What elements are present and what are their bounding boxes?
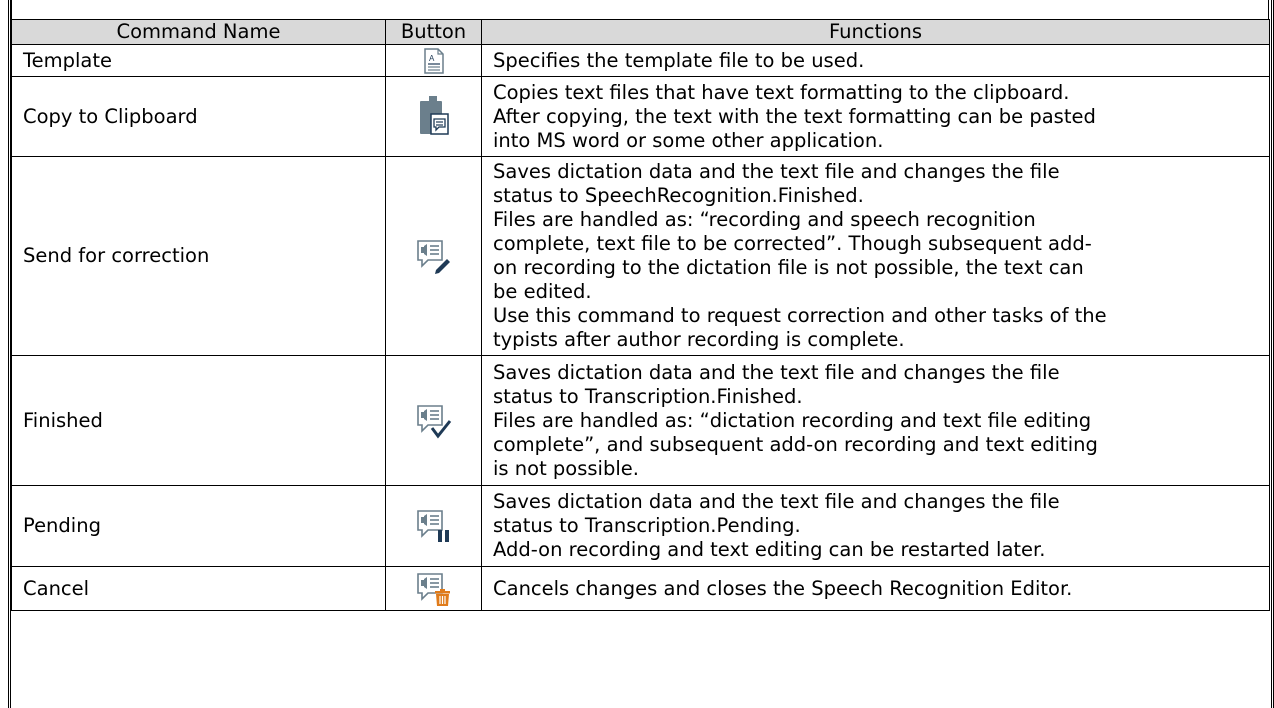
function-line: Saves dictation data and the text file a… [493, 490, 1060, 513]
button-cell: A [385, 44, 482, 77]
header-button: Button [385, 19, 482, 45]
cancel-icon[interactable] [416, 571, 452, 607]
function-line: status to Transcription.Pending. [493, 514, 801, 537]
table-row: Template A Specifies the template file t… [11, 44, 1270, 77]
function-line: status to Transcription.Finished. [493, 384, 803, 408]
function-line: Specifies the template file to be used. [493, 48, 865, 72]
send-for-correction-icon[interactable] [416, 238, 452, 274]
command-name: Pending [11, 485, 386, 567]
function-line: typists after author recording is comple… [493, 328, 905, 351]
function-text: Specifies the template file to be used. [481, 44, 1270, 77]
copy-to-clipboard-icon[interactable] [418, 95, 450, 138]
button-cell [385, 485, 482, 567]
command-name: Finished [11, 355, 386, 486]
finished-icon[interactable] [416, 403, 452, 439]
header-command-name: Command Name [11, 19, 386, 45]
function-text: Saves dictation data and the text file a… [481, 485, 1270, 567]
function-line: Add-on recording and text editing can be… [493, 538, 1046, 561]
function-line: Files are handled as: “recording and spe… [493, 208, 1036, 231]
function-text: Copies text files that have text formatt… [481, 76, 1270, 157]
function-line: into MS word or some other application. [493, 128, 884, 152]
top-border [11, 0, 1269, 19]
command-name: Send for correction [11, 156, 386, 356]
function-line: Use this command to request correction a… [493, 304, 1107, 327]
function-line: complete, text file to be corrected”. Th… [493, 232, 1092, 255]
function-line: Saves dictation data and the text file a… [493, 360, 1060, 384]
header-row: Command Name Button Functions [11, 19, 1270, 45]
function-line: complete”, and subsequent add-on recordi… [493, 432, 1098, 456]
function-text: Cancels changes and closes the Speech Re… [481, 566, 1270, 611]
function-line: is not possible. [493, 456, 639, 480]
header-functions: Functions [481, 19, 1270, 45]
function-line: on recording to the dictation file is no… [493, 256, 1084, 279]
pending-icon[interactable] [416, 508, 452, 544]
command-name: Cancel [11, 566, 386, 611]
button-cell [385, 355, 482, 486]
function-line: Cancels changes and closes the Speech Re… [493, 576, 1073, 600]
function-line: Files are handled as: “dictation recordi… [493, 408, 1092, 432]
table-row: Send for correction Saves dictation data [11, 156, 1270, 356]
table-row: Pending Saves dictation data and the tex… [11, 485, 1270, 567]
function-text: Saves dictation data and the text file a… [481, 355, 1270, 486]
function-line: Saves dictation data and the text file a… [493, 160, 1060, 183]
function-line: be edited. [493, 280, 592, 303]
function-line: Copies text files that have text formatt… [493, 80, 1070, 104]
button-cell [385, 566, 482, 611]
button-cell [385, 76, 482, 157]
table-row: Finished Saves dictation data and the te [11, 355, 1270, 486]
function-line: status to SpeechRecognition.Finished. [493, 184, 864, 207]
template-icon[interactable]: A [423, 47, 445, 74]
svg-text:A: A [429, 54, 435, 63]
function-text: Saves dictation data and the text file a… [481, 156, 1270, 356]
function-line: After copying, the text with the text fo… [493, 104, 1096, 128]
button-cell [385, 156, 482, 356]
command-name: Template [11, 44, 386, 77]
command-table: Command Name Button Functions Template A [11, 19, 1270, 611]
table-row: Copy to Clipboard Copies text files that… [11, 76, 1270, 157]
command-name: Copy to Clipboard [11, 76, 386, 157]
table-row: Cancel Cancels changes and closes the Sp… [11, 566, 1270, 611]
